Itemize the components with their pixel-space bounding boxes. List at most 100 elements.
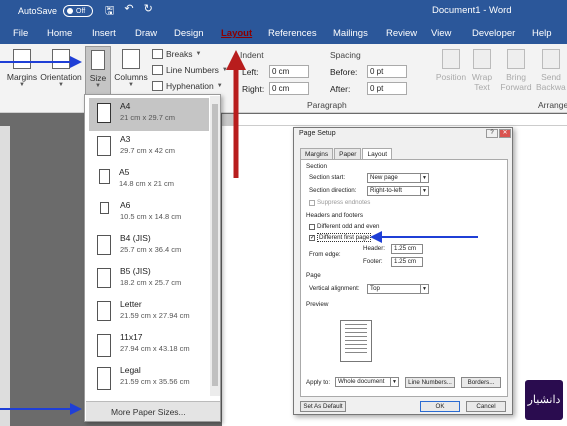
footer-distance-value: 1.25 cm <box>394 258 417 265</box>
different-odd-even-label: Different odd and even <box>317 223 380 230</box>
borders-button[interactable]: Borders... <box>461 377 501 388</box>
page-icon <box>97 301 111 321</box>
chevron-down-icon: ▼ <box>58 82 64 88</box>
redo-icon[interactable]: ↻ <box>144 2 153 21</box>
set-as-default-button[interactable]: Set As Default <box>300 401 346 412</box>
chevron-down-icon: ▼ <box>216 83 223 89</box>
footer-distance-input[interactable]: 1.25 cm <box>391 257 423 267</box>
columns-button[interactable]: Columns ▼ <box>113 49 149 88</box>
paper-dims: 29.7 cm x 42 cm <box>120 146 176 155</box>
tab-layout[interactable]: Layout <box>221 28 252 39</box>
hyphenation-button[interactable]: Hyphenation ▼ <box>152 81 223 91</box>
help-icon[interactable]: ? <box>486 129 498 138</box>
chevron-down-icon: ▼ <box>390 378 398 386</box>
tab-help[interactable]: Help <box>532 28 552 39</box>
paper-size-b5[interactable]: B5 (JIS) 18.2 cm x 25.7 cm <box>89 263 209 296</box>
paper-size-b4[interactable]: B4 (JIS) 25.7 cm x 36.4 cm <box>89 230 209 263</box>
arrange-group-label: Arrange <box>538 100 567 110</box>
orientation-button[interactable]: Orientation ▼ <box>40 49 82 88</box>
paragraph-group-label: Paragraph <box>307 100 347 110</box>
more-paper-sizes-button[interactable]: More Paper Sizes... <box>86 401 220 421</box>
section-start-value: New page <box>370 174 398 181</box>
page-icon <box>100 202 109 214</box>
hyphenation-icon <box>152 81 163 91</box>
send-backward-button[interactable]: Send Backward <box>536 49 566 92</box>
paper-dims: 10.5 cm x 14.8 cm <box>120 212 182 221</box>
paper-name: A4 <box>120 101 131 111</box>
section-start-label: Section start: <box>309 174 346 181</box>
paper-size-11x17[interactable]: 11x17 27.94 cm x 43.18 cm <box>89 329 209 362</box>
vertical-alignment-select[interactable]: Top ▼ <box>367 284 429 294</box>
save-icon[interactable]: 🖫 <box>105 2 114 21</box>
line-numbers-button[interactable]: Line Numbers ▼ <box>152 65 228 75</box>
tab-home[interactable]: Home <box>47 28 72 39</box>
paper-size-a3[interactable]: A3 29.7 cm x 42 cm <box>89 131 209 164</box>
scrollbar-thumb[interactable] <box>212 104 218 386</box>
checkbox-box <box>309 199 315 206</box>
spacing-after-input[interactable]: 0 pt <box>367 82 407 95</box>
suppress-endnotes-checkbox[interactable]: Suppress endnotes <box>309 199 370 206</box>
undo-icon[interactable]: ↶ <box>124 2 133 21</box>
line-numbers-dialog-button[interactable]: Line Numbers... <box>405 377 455 388</box>
tab-developer[interactable]: Developer <box>472 28 515 39</box>
tab-file[interactable]: File <box>13 28 28 39</box>
size-button[interactable]: Size ▼ <box>85 46 111 96</box>
paper-size-legal[interactable]: Legal 21.59 cm x 35.56 cm <box>89 362 209 395</box>
tab-mailings[interactable]: Mailings <box>333 28 368 39</box>
tab-review[interactable]: Review <box>386 28 417 39</box>
from-edge-label: From edge: <box>309 251 341 258</box>
paper-name: 11x17 <box>120 332 143 342</box>
indent-right-input[interactable]: 0 cm <box>269 82 309 95</box>
wrap-text-icon <box>473 49 491 69</box>
different-odd-even-checkbox[interactable]: Different odd and even <box>309 223 380 230</box>
page-icon <box>97 103 111 123</box>
indent-left-input[interactable]: 0 cm <box>269 65 309 78</box>
paper-size-a4[interactable]: A4 21 cm x 29.7 cm <box>89 98 209 131</box>
title-bar: AutoSave Off 🖫 ↶ ↻ Document1 - Word <box>0 0 567 22</box>
horizontal-ruler[interactable] <box>222 114 567 126</box>
section-start-select[interactable]: New page ▼ <box>367 173 429 183</box>
paper-dims: 21 cm x 29.7 cm <box>120 113 176 122</box>
section-direction-select[interactable]: Right-to-left ▼ <box>367 186 429 196</box>
paper-size-a5[interactable]: A5 14.8 cm x 21 cm <box>89 164 209 197</box>
page-header: Page <box>306 272 321 279</box>
paper-dims: 27.94 cm x 43.18 cm <box>120 344 190 353</box>
paper-dims: 18.2 cm x 25.7 cm <box>120 278 182 287</box>
wrap-text-label: Wrap Text <box>471 72 493 92</box>
tab-references[interactable]: References <box>268 28 317 39</box>
chevron-down-icon: ▼ <box>420 174 428 182</box>
wrap-text-button[interactable]: Wrap Text <box>468 49 496 92</box>
tab-insert[interactable]: Insert <box>92 28 116 39</box>
ok-button[interactable]: OK <box>420 401 460 412</box>
send-backward-icon <box>542 49 560 69</box>
page-icon <box>97 334 111 357</box>
spacing-before-input[interactable]: 0 pt <box>367 65 407 78</box>
close-icon[interactable]: ✕ <box>499 129 511 138</box>
dropdown-scrollbar[interactable] <box>210 96 220 396</box>
margins-icon <box>13 49 31 69</box>
page-icon <box>97 367 111 390</box>
autosave-toggle[interactable]: Off <box>63 5 94 17</box>
spacing-header: Spacing <box>330 50 361 60</box>
breaks-button[interactable]: Breaks ▼ <box>152 49 201 59</box>
indent-left: Left: 0 cm <box>242 65 309 78</box>
orientation-label: Orientation <box>40 72 82 82</box>
ribbon-tabs: File Home Insert Draw Design Layout Refe… <box>0 22 567 44</box>
position-button[interactable]: Position <box>434 49 468 82</box>
bring-forward-button[interactable]: Bring Forward <box>498 49 534 92</box>
tab-draw[interactable]: Draw <box>135 28 157 39</box>
tab-design[interactable]: Design <box>174 28 204 39</box>
different-first-page-checkbox[interactable]: ✓ Different first page <box>309 233 372 242</box>
paper-size-a6[interactable]: A6 10.5 cm x 14.8 cm <box>89 197 209 230</box>
paper-size-letter[interactable]: Letter 21.59 cm x 27.94 cm <box>89 296 209 329</box>
apply-to-select[interactable]: Whole document ▼ <box>335 377 399 387</box>
spacing-after: After: 0 pt <box>330 82 407 95</box>
header-distance-input[interactable]: 1.25 cm <box>391 244 423 254</box>
tab-view[interactable]: View <box>431 28 451 39</box>
cancel-button[interactable]: Cancel <box>466 401 506 412</box>
ruler-margin <box>222 114 238 126</box>
position-icon <box>442 49 460 69</box>
margins-button[interactable]: Margins ▼ <box>6 49 38 88</box>
page-icon <box>97 136 111 156</box>
dialog-title: Page Setup <box>299 130 336 137</box>
